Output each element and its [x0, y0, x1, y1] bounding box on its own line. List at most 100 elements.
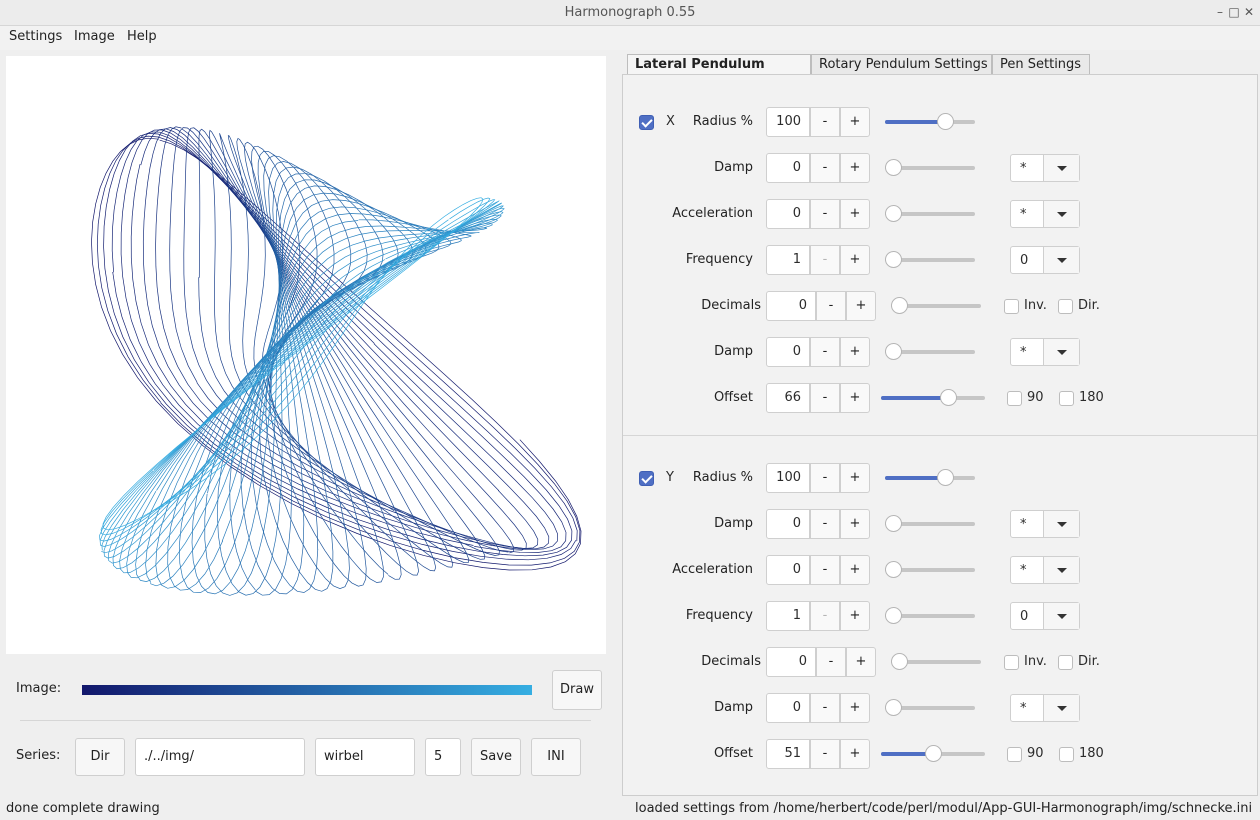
- damp2-slider-handle[interactable]: [885, 343, 902, 360]
- offset-decrement-button[interactable]: -: [810, 739, 840, 769]
- damp2-increment-button[interactable]: +: [840, 337, 870, 367]
- offset-slider[interactable]: [881, 389, 985, 406]
- damp2-slider[interactable]: [885, 699, 975, 716]
- radius-decrement-button[interactable]: -: [810, 107, 840, 137]
- chevron-down-icon[interactable]: [1043, 557, 1079, 583]
- frequency-value-input[interactable]: 1: [766, 601, 810, 631]
- damp-decrement-button[interactable]: -: [810, 509, 840, 539]
- acceleration-value-input[interactable]: 0: [766, 199, 810, 229]
- damp-slider-handle[interactable]: [885, 159, 902, 176]
- save-button[interactable]: Save: [471, 738, 521, 776]
- frequency-increment-button[interactable]: +: [840, 601, 870, 631]
- radius-value-input[interactable]: 100: [766, 107, 810, 137]
- dir-checkbox[interactable]: [1058, 299, 1073, 314]
- radius-slider-handle[interactable]: [937, 113, 955, 130]
- acceleration-value-input[interactable]: 0: [766, 555, 810, 585]
- frequency-decrement-button[interactable]: -: [810, 245, 840, 275]
- acceleration-increment-button[interactable]: +: [840, 555, 870, 585]
- offset-slider-handle[interactable]: [939, 389, 957, 406]
- acceleration-operator-select[interactable]: *: [1010, 200, 1080, 228]
- offset-90-checkbox[interactable]: [1007, 391, 1022, 406]
- offset-180-checkbox[interactable]: [1059, 747, 1074, 762]
- drawing-canvas[interactable]: [6, 56, 606, 654]
- chevron-down-icon[interactable]: [1043, 695, 1079, 721]
- acceleration-slider-handle[interactable]: [885, 205, 902, 222]
- decimals-slider-handle[interactable]: [891, 297, 908, 314]
- damp-decrement-button[interactable]: -: [810, 153, 840, 183]
- radius-increment-button[interactable]: +: [840, 463, 870, 493]
- frequency-slider-handle[interactable]: [885, 251, 902, 268]
- damp2-decrement-button[interactable]: -: [810, 693, 840, 723]
- decimals-slider[interactable]: [891, 653, 981, 670]
- chevron-down-icon[interactable]: [1043, 339, 1079, 365]
- damp2-value-input[interactable]: 0: [766, 693, 810, 723]
- acceleration-decrement-button[interactable]: -: [810, 555, 840, 585]
- damp2-decrement-button[interactable]: -: [810, 337, 840, 367]
- frequency-operator-select[interactable]: 0: [1010, 602, 1080, 630]
- chevron-down-icon[interactable]: [1043, 201, 1079, 227]
- draw-button[interactable]: Draw: [552, 670, 602, 710]
- chevron-down-icon[interactable]: [1043, 155, 1079, 181]
- frequency-increment-button[interactable]: +: [840, 245, 870, 275]
- damp2-operator-select[interactable]: *: [1010, 694, 1080, 722]
- acceleration-operator-select[interactable]: *: [1010, 556, 1080, 584]
- damp-operator-select[interactable]: *: [1010, 510, 1080, 538]
- dir-button[interactable]: Dir: [75, 738, 125, 776]
- frequency-operator-select[interactable]: 0: [1010, 246, 1080, 274]
- chevron-down-icon[interactable]: [1043, 511, 1079, 537]
- maximize-icon[interactable]: □: [1226, 4, 1242, 20]
- dir-path-input[interactable]: ./../img/: [135, 738, 305, 776]
- acceleration-decrement-button[interactable]: -: [810, 199, 840, 229]
- radius-value-input[interactable]: 100: [766, 463, 810, 493]
- offset-90-checkbox[interactable]: [1007, 747, 1022, 762]
- tab-rotary-pendulum[interactable]: Rotary Pendulum Settings: [811, 54, 992, 75]
- offset-slider-handle[interactable]: [925, 745, 942, 762]
- decimals-slider[interactable]: [891, 297, 981, 314]
- acceleration-slider[interactable]: [885, 205, 975, 222]
- tab-pen-settings[interactable]: Pen Settings: [992, 54, 1090, 75]
- inv-checkbox[interactable]: [1004, 655, 1019, 670]
- acceleration-increment-button[interactable]: +: [840, 199, 870, 229]
- decimals-decrement-button[interactable]: -: [816, 291, 846, 321]
- chevron-down-icon[interactable]: [1043, 247, 1079, 273]
- damp-slider-handle[interactable]: [885, 515, 902, 532]
- frequency-value-input[interactable]: 1: [766, 245, 810, 275]
- dir-checkbox[interactable]: [1058, 655, 1073, 670]
- close-icon[interactable]: ✕: [1241, 4, 1257, 20]
- offset-increment-button[interactable]: +: [840, 383, 870, 413]
- radius-decrement-button[interactable]: -: [810, 463, 840, 493]
- ini-button[interactable]: INI: [531, 738, 581, 776]
- radius-increment-button[interactable]: +: [840, 107, 870, 137]
- offset-decrement-button[interactable]: -: [810, 383, 840, 413]
- offset-value-input[interactable]: 66: [766, 383, 810, 413]
- inv-checkbox[interactable]: [1004, 299, 1019, 314]
- offset-slider[interactable]: [881, 745, 985, 762]
- offset-value-input[interactable]: 51: [766, 739, 810, 769]
- chevron-down-icon[interactable]: [1043, 603, 1079, 629]
- damp-operator-select[interactable]: *: [1010, 154, 1080, 182]
- menu-settings[interactable]: Settings: [9, 29, 62, 44]
- damp-value-input[interactable]: 0: [766, 153, 810, 183]
- offset-increment-button[interactable]: +: [840, 739, 870, 769]
- damp-increment-button[interactable]: +: [840, 509, 870, 539]
- damp2-increment-button[interactable]: +: [840, 693, 870, 723]
- damp2-slider-handle[interactable]: [885, 699, 902, 716]
- tab-lateral-pendulum[interactable]: Lateral Pendulum Settings: [627, 54, 811, 91]
- radius-slider[interactable]: [885, 469, 975, 486]
- offset-180-checkbox[interactable]: [1059, 391, 1074, 406]
- radius-slider-handle[interactable]: [937, 469, 955, 486]
- decimals-slider-handle[interactable]: [891, 653, 908, 670]
- damp2-slider[interactable]: [885, 343, 975, 360]
- frequency-decrement-button[interactable]: -: [810, 601, 840, 631]
- file-name-input[interactable]: wirbel: [315, 738, 415, 776]
- acceleration-slider-handle[interactable]: [885, 561, 902, 578]
- damp-increment-button[interactable]: +: [840, 153, 870, 183]
- acceleration-slider[interactable]: [885, 561, 975, 578]
- radius-slider[interactable]: [885, 113, 975, 130]
- decimals-decrement-button[interactable]: -: [816, 647, 846, 677]
- frequency-slider[interactable]: [885, 251, 975, 268]
- damp2-value-input[interactable]: 0: [766, 337, 810, 367]
- decimals-value-input[interactable]: 0: [766, 291, 816, 321]
- frequency-slider[interactable]: [885, 607, 975, 624]
- frequency-slider-handle[interactable]: [885, 607, 902, 624]
